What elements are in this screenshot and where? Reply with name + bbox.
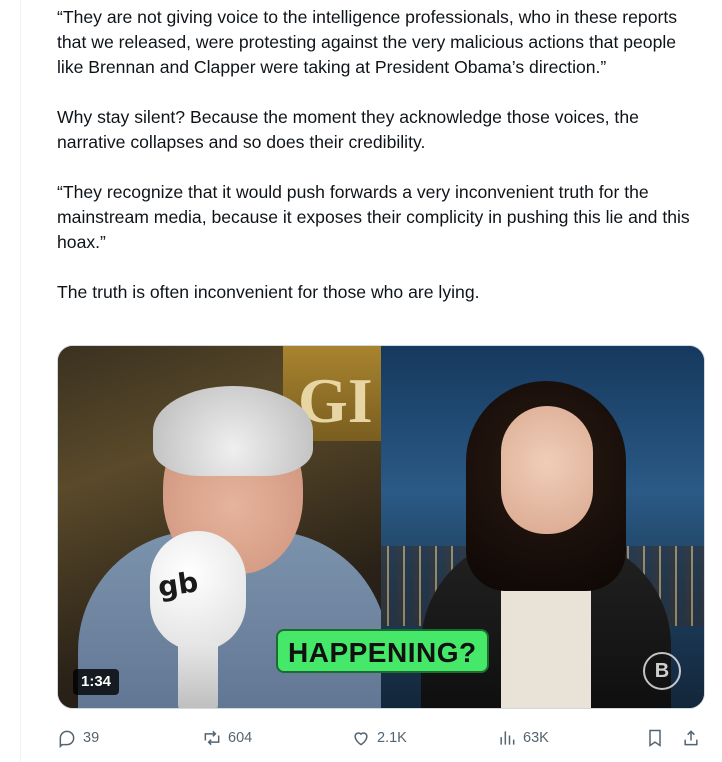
views-icon bbox=[500, 731, 515, 745]
video-duration: 1:34 bbox=[73, 669, 120, 695]
post-paragraph: “They are not giving voice to the intell… bbox=[57, 7, 678, 77]
post-paragraph: Why stay silent? Because the moment they… bbox=[57, 107, 639, 152]
host-hair bbox=[153, 386, 313, 476]
share-button[interactable] bbox=[681, 723, 707, 753]
video-caption: HAPPENING? bbox=[276, 629, 489, 673]
microphone-label: gb bbox=[155, 565, 201, 604]
heart-icon bbox=[354, 732, 368, 746]
post: “They are not giving voice to the intell… bbox=[57, 0, 707, 748]
bookmark-button[interactable] bbox=[645, 723, 671, 753]
repost-count: 604 bbox=[228, 730, 253, 746]
video-player[interactable]: GI gb B HAPPENING? 1:34 bbox=[57, 345, 705, 709]
action-bar: 39 604 2.1K 63K bbox=[57, 723, 707, 753]
view-count: 63K bbox=[523, 730, 549, 746]
post-text: “They are not giving voice to the intell… bbox=[57, 0, 707, 305]
like-count: 2.1K bbox=[377, 730, 407, 746]
share-icon bbox=[684, 730, 698, 746]
reply-count: 39 bbox=[83, 730, 100, 746]
repost-button[interactable]: 604 bbox=[202, 723, 252, 753]
reply-button[interactable]: 39 bbox=[57, 723, 99, 753]
like-button[interactable]: 2.1K bbox=[351, 723, 407, 753]
reply-icon bbox=[59, 730, 75, 748]
thread-divider bbox=[20, 0, 21, 762]
views-button[interactable]: 63K bbox=[497, 723, 549, 753]
post-paragraph: “They recognize that it would push forwa… bbox=[57, 182, 690, 252]
guest-face bbox=[501, 406, 593, 534]
post-paragraph: The truth is often inconvenient for thos… bbox=[57, 282, 480, 302]
channel-watermark: B bbox=[643, 652, 681, 690]
bookmark-icon bbox=[649, 729, 661, 747]
repost-icon bbox=[204, 730, 220, 746]
microphone-stand bbox=[178, 641, 218, 708]
